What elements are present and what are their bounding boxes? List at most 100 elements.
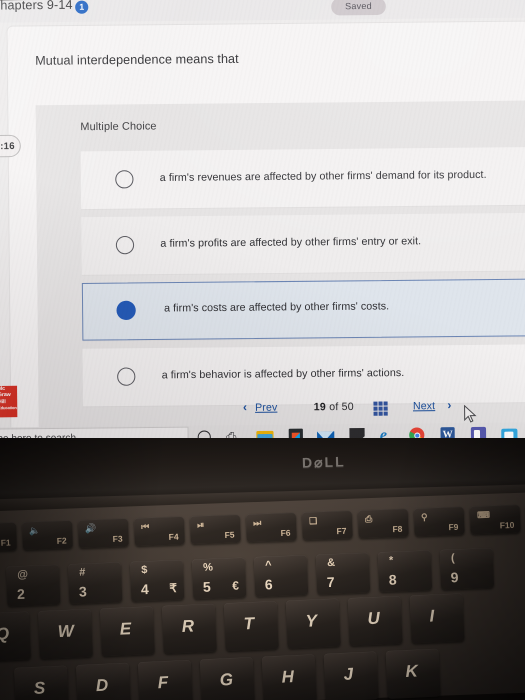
key-label: 9	[450, 569, 459, 586]
status-badge: Saved	[331, 0, 386, 16]
key-glyph-icon: ⌨	[476, 509, 491, 521]
radio-icon[interactable]	[115, 170, 134, 189]
key-label: F1	[0, 537, 11, 548]
key-w[interactable]: W	[37, 608, 93, 659]
key-u[interactable]: U	[347, 595, 403, 646]
key-q[interactable]: Q	[0, 611, 31, 662]
key-s[interactable]: S	[13, 665, 70, 700]
key-label: 5	[202, 578, 211, 595]
key-f10[interactable]: ⌨ F10	[469, 504, 521, 535]
chevron-left-icon[interactable]: ‹	[243, 400, 247, 414]
radio-icon-selected[interactable]	[116, 300, 136, 321]
key-f8[interactable]: ⎙ F8	[357, 508, 409, 539]
radio-icon[interactable]	[115, 235, 135, 255]
key-glyph-icon: 🔊	[85, 523, 97, 534]
laptop-body: D⌀LL 🔇F1🔈F2🔊F3⏮F4⏯F5⏭F6❑F7⎙F8⚲F9⌨F10PrtS…	[0, 438, 525, 700]
key-label: W	[57, 621, 75, 642]
question-type-label: Multiple Choice	[80, 120, 157, 134]
key-f7[interactable]: ❑ F7	[301, 510, 353, 541]
question-grid-icon[interactable]	[373, 401, 388, 416]
browser-page: Chapters 9-14 1 Saved Mutual interdepend…	[0, 0, 525, 430]
key-y[interactable]: Y	[285, 598, 341, 649]
key-label: 8	[388, 571, 397, 588]
key-d[interactable]: D	[75, 662, 132, 700]
key-label: J	[343, 664, 354, 684]
key-h[interactable]: H	[261, 654, 317, 700]
answer-option[interactable]: a firm's revenues are affected by other …	[80, 146, 525, 210]
key-4[interactable]: $4 ₹	[129, 559, 185, 602]
key-label: F6	[280, 527, 291, 539]
key-f9[interactable]: ⚲ F9	[413, 506, 465, 537]
answer-option-selected[interactable]: a firm's costs are affected by other fir…	[81, 278, 525, 341]
question-stem: Mutual interdependence means that	[35, 51, 239, 68]
key-g[interactable]: G	[199, 656, 255, 700]
answer-option-label: a firm's costs are affected by other fir…	[164, 300, 390, 315]
key-shift-label: &	[326, 556, 336, 570]
key-2[interactable]: @2	[5, 564, 61, 607]
chevron-right-icon[interactable]: ›	[447, 398, 451, 412]
key-label: T	[243, 613, 255, 634]
key-5[interactable]: % 5 €	[191, 557, 247, 600]
key-label: 7	[326, 573, 335, 591]
answer-option[interactable]: a firm's profits are affected by other f…	[81, 212, 525, 275]
counter-of-label: of	[329, 400, 339, 414]
key-label: F10	[499, 519, 515, 531]
assignment-header: Chapters 9-14 1 Saved	[0, 0, 525, 23]
key-f1[interactable]: 🔇F1	[0, 522, 17, 552]
question-card: Mutual interdependence means that Multip…	[7, 21, 525, 430]
prev-button[interactable]: Prev	[255, 402, 277, 414]
key-k[interactable]: K	[385, 648, 441, 699]
laptop-screen: Chapters 9-14 1 Saved Mutual interdepend…	[0, 0, 525, 452]
key-t[interactable]: T	[223, 600, 279, 652]
key-label: F3	[112, 533, 123, 544]
key-label: E	[119, 619, 132, 639]
key-f2[interactable]: 🔈 F2	[21, 520, 73, 551]
key-label: G	[219, 669, 234, 690]
total-question-count: 50	[341, 400, 354, 414]
key-shift-label: @	[17, 568, 29, 582]
key-label: F4	[168, 531, 179, 542]
key-label: F9	[448, 521, 459, 533]
key-7[interactable]: & 7	[315, 552, 371, 595]
key-label: F2	[56, 535, 67, 546]
key-3[interactable]: #3	[67, 562, 123, 605]
key-shift-label: #	[79, 566, 86, 579]
key-f5[interactable]: ⏯ F5	[189, 514, 241, 545]
answer-option-label: a firm's behavior is affected by other f…	[161, 366, 405, 382]
key-e[interactable]: E	[99, 606, 155, 657]
key-f3[interactable]: 🔊 F3	[77, 518, 129, 549]
radio-icon[interactable]	[117, 367, 136, 386]
key-8[interactable]: * 8	[377, 550, 433, 593]
key-label: F5	[224, 529, 235, 540]
key-glyph-icon: 🔈	[29, 525, 41, 536]
key-label: Y	[305, 611, 318, 631]
key-f6[interactable]: ⏭ F6	[245, 512, 297, 543]
key-i[interactable]: I	[409, 593, 465, 644]
key-label: F	[157, 672, 169, 693]
key-r[interactable]: R	[161, 603, 217, 654]
key-f[interactable]: F	[137, 659, 193, 700]
next-button[interactable]: Next	[413, 400, 435, 412]
key-shift-label: (	[450, 552, 455, 565]
mouse-cursor	[464, 404, 477, 423]
key-6[interactable]: ^ 6	[253, 554, 309, 597]
key-label: H	[281, 667, 295, 687]
key-shift-label: ^	[264, 559, 272, 572]
key-label: R	[181, 616, 195, 636]
logo-line-4: Education	[0, 405, 17, 411]
key-label: 6	[264, 576, 273, 593]
breadcrumb[interactable]: Chapters 9-14	[0, 0, 73, 13]
key-f4[interactable]: ⏮ F4	[133, 516, 185, 547]
key-label: 4	[140, 581, 150, 598]
current-question-number: 19	[313, 401, 327, 414]
key-glyph-icon: ⏭	[252, 517, 262, 528]
dell-logo: D⌀LL	[301, 453, 346, 471]
key-altgr-label: ₹	[169, 580, 178, 596]
key-9[interactable]: (9	[439, 547, 495, 590]
key-j[interactable]: J	[323, 651, 379, 700]
info-badge[interactable]: 1	[75, 0, 89, 14]
key-glyph-icon: ⎙	[364, 513, 373, 525]
key-shift-label: $	[140, 564, 148, 577]
key-label: F7	[336, 525, 347, 537]
key-shift-label: *	[388, 554, 394, 567]
